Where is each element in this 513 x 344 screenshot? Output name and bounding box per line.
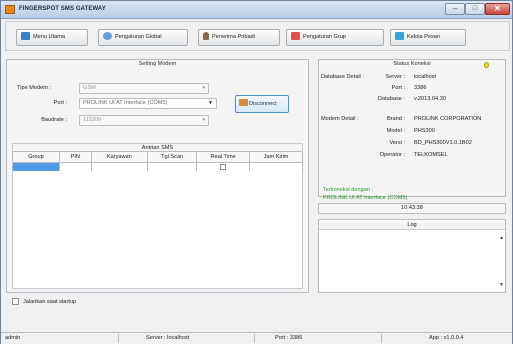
chevron-down-icon: ▾	[202, 85, 205, 91]
kelola-pesan-button[interactable]: Kelola Pesan	[390, 29, 466, 46]
title-bar: FINGERSPOT SMS GATEWAY – □ ✕	[1, 1, 512, 19]
tipe-modem-value: GSM	[83, 85, 96, 91]
brand-label: Brand :	[386, 116, 405, 122]
column-header[interactable]: PIN	[58, 151, 92, 163]
menu-utama-button[interactable]: Menu Utama	[16, 29, 88, 46]
status-divider	[381, 334, 382, 343]
setting-modem-title: Setting Modem	[138, 61, 177, 67]
startup-label: Jalankan saat startup	[23, 299, 77, 305]
port-detail-value: 3386	[414, 85, 427, 91]
pengaturan-grup-button[interactable]: Pengaturan Grup	[286, 29, 384, 46]
model-value: PHS300	[414, 128, 435, 134]
lightbulb-icon	[484, 62, 489, 68]
queue-empty-area	[12, 171, 303, 289]
version-value: BD_PHS300V1.0.1B02	[414, 140, 472, 146]
disconnect-button[interactable]: Disconnect	[235, 95, 289, 113]
sms-queue-table: Group PIN Karyawan Tgl Scan Real Time Ja…	[12, 151, 303, 173]
app-window: FINGERSPOT SMS GATEWAY – □ ✕ Menu Utama …	[0, 0, 513, 344]
maximize-button[interactable]: □	[465, 3, 485, 15]
column-header[interactable]: Karyawan	[90, 151, 148, 163]
operator-value: TELKOMSEL	[414, 152, 448, 158]
plug-icon	[239, 99, 248, 106]
database-name-label: Database :	[377, 96, 405, 102]
column-header[interactable]: Tgl Scan	[146, 151, 198, 163]
app-logo-icon	[5, 5, 15, 14]
disconnect-label: Disconnect	[249, 101, 277, 107]
main-toolbar: Menu Utama Pengaturan Global Penerima Pr…	[5, 21, 510, 51]
column-header[interactable]: Real Time	[196, 151, 251, 163]
column-header[interactable]: Jam Kirim	[249, 151, 303, 163]
status-server: Server : localhost	[146, 335, 190, 341]
connection-status-text: Terkoneksi dengan : PROLINK UI AT Interf…	[323, 186, 407, 202]
port-label: Port :	[53, 100, 67, 106]
port-value: PROLINK UI AT Interface (COM5)	[83, 100, 168, 106]
chevron-down-icon: ▾	[202, 117, 205, 123]
port-select[interactable]: PROLINK UI AT Interface (COM5) ▼	[79, 98, 217, 109]
database-name-value: v.2013.04.30	[414, 96, 446, 102]
log-title: Log	[319, 221, 505, 230]
baudrate-label: Baudrate :	[41, 117, 67, 123]
scroll-up-icon[interactable]: ▲	[499, 235, 504, 241]
chevron-down-icon: ▼	[208, 100, 213, 106]
port-detail-label: Port :	[391, 85, 405, 91]
status-port: Port : 3386	[275, 335, 303, 341]
kelola-pesan-label: Kelola Pesan	[407, 34, 440, 40]
brand-value: PROLINK CORPORATION	[414, 116, 482, 122]
home-icon	[21, 32, 30, 40]
window-title: FINGERSPOT SMS GATEWAY	[19, 6, 106, 12]
tipe-modem-label: Tipe Modem :	[17, 85, 51, 91]
status-app-version: App : v1.0.0.4	[429, 335, 464, 341]
startup-checkbox[interactable]: Jalankan saat startup	[12, 298, 76, 305]
menu-utama-label: Menu Utama	[33, 34, 66, 40]
pengaturan-global-button[interactable]: Pengaturan Global	[98, 29, 188, 46]
model-label: Model :	[386, 128, 405, 134]
person-icon	[203, 32, 209, 40]
minimize-button[interactable]: –	[445, 3, 465, 15]
database-detail-label: Database Detail :	[321, 74, 364, 80]
version-label: Versi :	[389, 140, 405, 146]
penerima-pribadi-button[interactable]: Penerima Pribadi	[198, 29, 280, 46]
pengaturan-global-label: Pengaturan Global	[115, 34, 162, 40]
connected-line-2: PROLINK UI AT Interface (COM5)	[323, 195, 408, 201]
modem-detail-label: Modem Detail :	[321, 116, 359, 122]
penerima-pribadi-label: Penerima Pribadi	[212, 34, 255, 40]
close-button[interactable]: ✕	[485, 3, 510, 15]
status-user: admin	[5, 335, 21, 341]
status-divider	[118, 334, 119, 343]
baudrate-value: 115200	[83, 117, 102, 123]
log-panel: Log ▲ ▼	[318, 219, 506, 293]
clock-display: 10:43:38	[318, 203, 506, 214]
scroll-down-icon[interactable]: ▼	[499, 282, 504, 288]
operator-label: Operator :	[379, 152, 405, 158]
server-value: localhost	[414, 74, 437, 80]
group-icon	[291, 32, 300, 40]
status-koneksi-title: Status Koneksi	[393, 61, 431, 67]
gear-globe-icon	[103, 32, 112, 40]
column-header[interactable]: Group	[12, 151, 60, 163]
connected-line-1: Terkoneksi dengan :	[323, 187, 374, 193]
baudrate-select[interactable]: 115200 ▾	[79, 115, 209, 126]
status-bar: admin Server : localhost Port : 3386 App…	[1, 332, 512, 344]
server-label: Server :	[385, 74, 405, 80]
tipe-modem-select[interactable]: GSM ▾	[79, 83, 209, 94]
message-icon	[395, 32, 404, 40]
status-divider	[254, 334, 255, 343]
pengaturan-grup-label: Pengaturan Grup	[303, 34, 346, 40]
startup-checkbox-box[interactable]	[12, 298, 19, 305]
real-time-checkbox[interactable]	[220, 164, 227, 171]
